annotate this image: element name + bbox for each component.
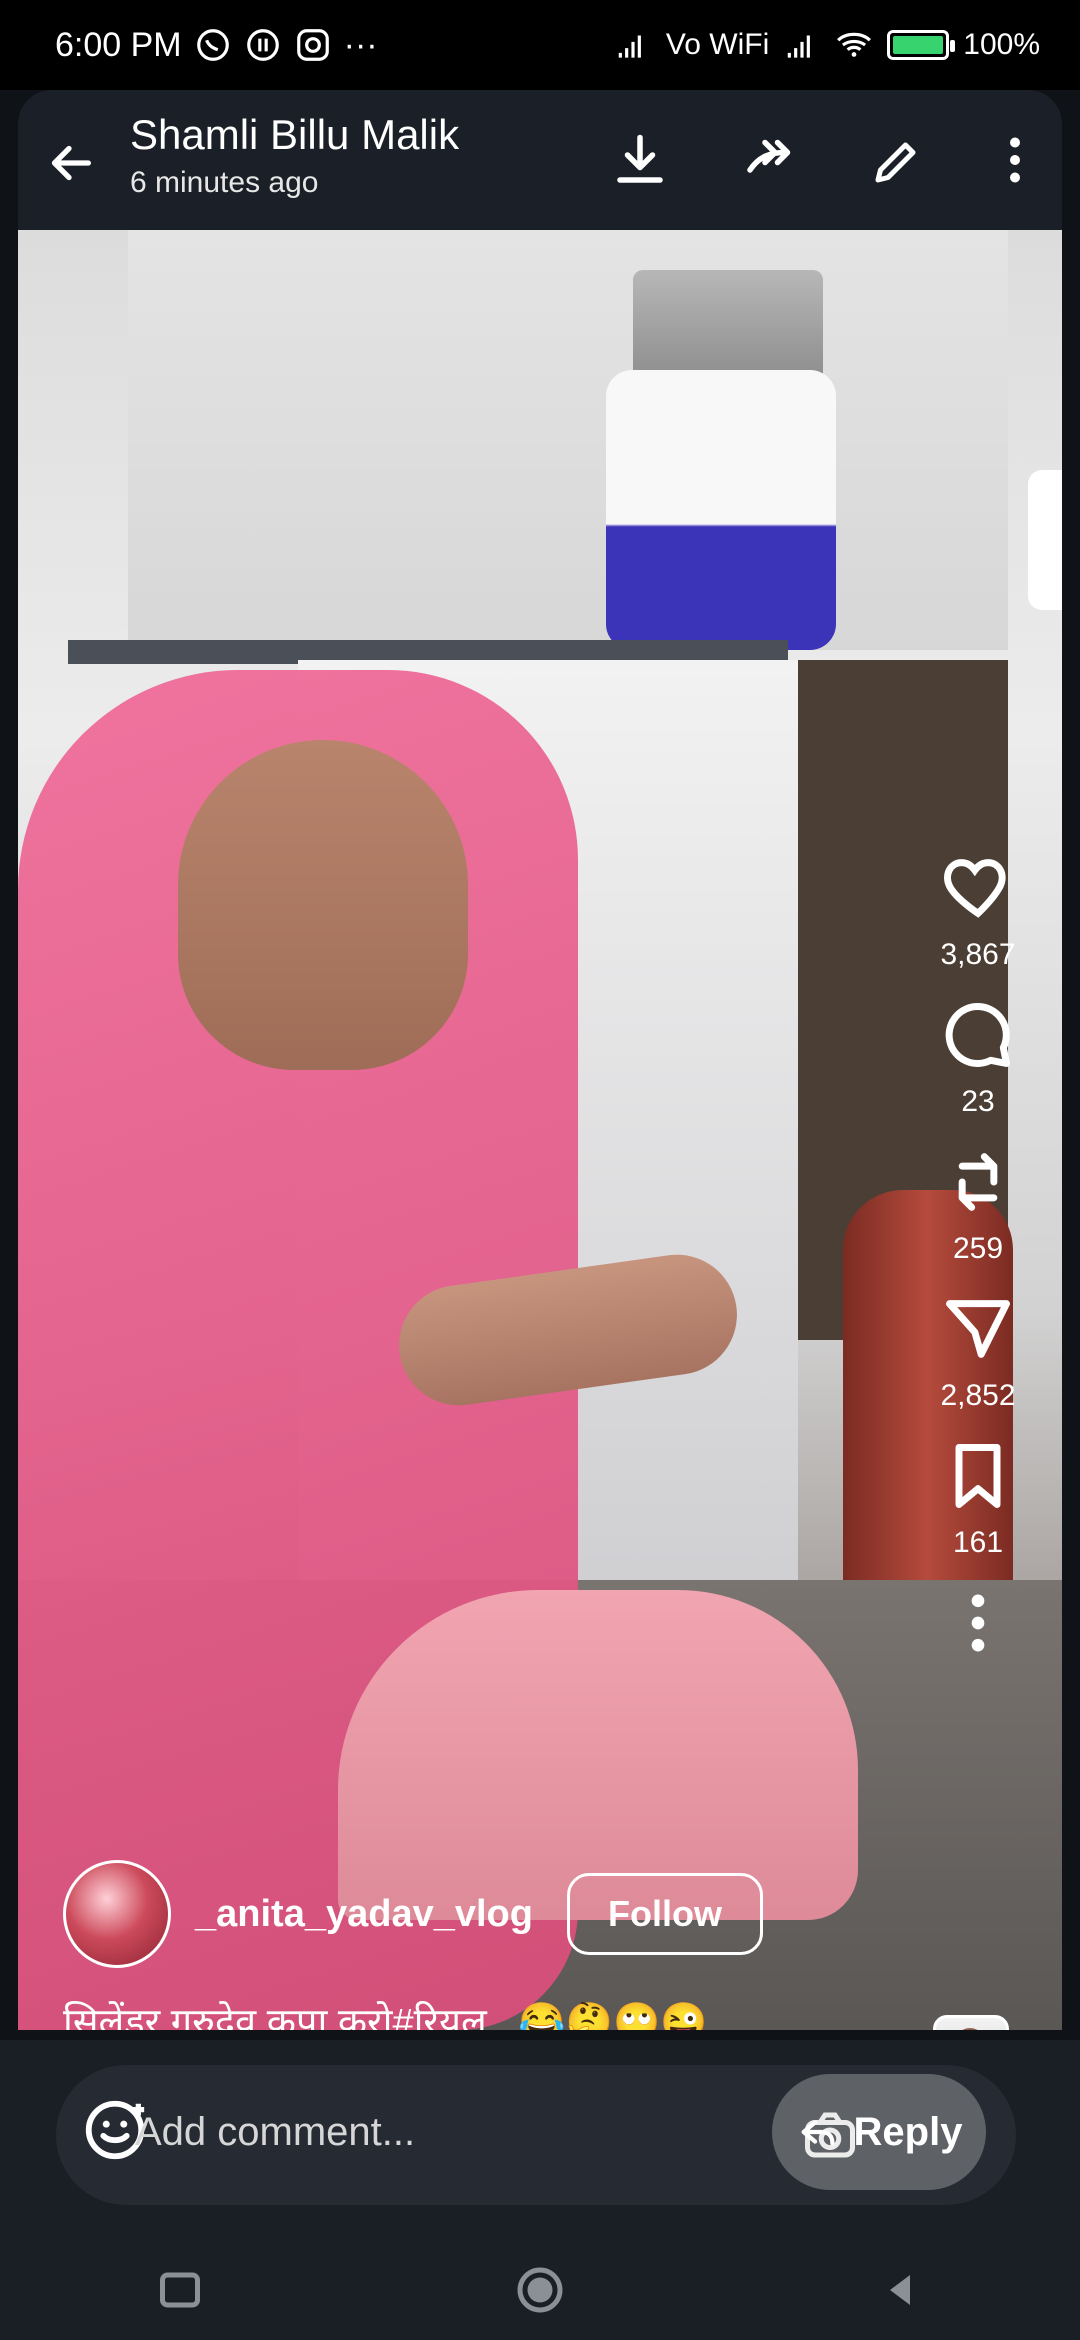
- repost-icon: [958, 1153, 998, 1211]
- viewer-header: Shamli Billu Malik 6 minutes ago: [18, 90, 1062, 230]
- story-viewer: Shamli Billu Malik 6 minutes ago 3,867 2…: [18, 90, 1062, 2030]
- person-face: [178, 740, 468, 1070]
- time-text: 6:00 PM: [55, 25, 182, 64]
- status-right: Vo WiFi 100%: [614, 26, 1040, 64]
- whatsapp-icon: [196, 29, 229, 61]
- more-vertical-icon: [971, 1594, 985, 1652]
- edit-icon[interactable]: [868, 130, 928, 190]
- save-count: 161: [952, 1526, 1004, 1559]
- more-options-icon[interactable]: [1000, 130, 1030, 190]
- reply-button[interactable]: Reply: [772, 2074, 986, 2190]
- wifi-icon: [837, 32, 872, 57]
- back-nav-icon[interactable]: [870, 2260, 930, 2320]
- comment-action[interactable]: 23: [918, 997, 1038, 1119]
- like-action[interactable]: 3,867: [918, 850, 1038, 972]
- title-block: Shamli Billu Malik 6 minutes ago: [130, 104, 459, 200]
- video-content[interactable]: 3,867 23 259 2,852 161 _anita_yadav_vlog…: [18, 230, 1062, 2030]
- chat-title: Shamli Billu Malik: [130, 111, 460, 158]
- home-icon[interactable]: [510, 2260, 570, 2320]
- background-wall: [128, 230, 1008, 650]
- battery-text: 100%: [963, 28, 1040, 61]
- comment-input[interactable]: Add comment...: [135, 2110, 555, 2155]
- author-avatar[interactable]: [63, 1860, 171, 1968]
- repost-count: 259: [952, 1232, 1004, 1265]
- side-panel-handle[interactable]: [1028, 470, 1062, 610]
- share-count: 2,852: [940, 1379, 1016, 1412]
- author-row: _anita_yadav_vlog Follow: [63, 1860, 763, 1968]
- water-container: [606, 370, 836, 650]
- status-left: 6:00 PM ···: [55, 26, 378, 65]
- bookmark-icon: [955, 1444, 1001, 1508]
- comment-icon: [945, 1003, 1010, 1067]
- post-time: 6 minutes ago: [130, 166, 319, 199]
- follow-button[interactable]: Follow: [566, 1873, 763, 1955]
- wifi-calling-label: Vo WiFi: [665, 28, 770, 61]
- forward-icon[interactable]: [740, 130, 800, 190]
- whatsapp-business-icon: [246, 29, 279, 61]
- send-icon: [946, 1300, 1010, 1358]
- comment-count: 23: [961, 1085, 995, 1118]
- recent-apps-icon[interactable]: [150, 2260, 210, 2320]
- reel-caption[interactable]: सिलेंडर गुरुदेव कृपा करो#रियल , 😂🤔🙄😜 ...: [63, 1995, 823, 2030]
- signal-icon: [618, 35, 641, 58]
- audio-avatar: [952, 2028, 988, 2030]
- save-action[interactable]: 161: [918, 1438, 1038, 1560]
- reply-arrow-icon: [801, 2120, 835, 2146]
- download-icon[interactable]: [610, 130, 670, 190]
- signal-icon-2: [788, 35, 811, 58]
- navigation-bar: [0, 2240, 1080, 2340]
- author-username[interactable]: _anita_yadav_vlog: [195, 1893, 533, 1936]
- reel-actions: 3,867 23 259 2,852 161: [918, 850, 1038, 1686]
- back-button[interactable]: [40, 134, 98, 192]
- reply-label: Reply: [853, 2109, 963, 2154]
- more-reel-options[interactable]: [918, 1585, 1038, 1661]
- battery-icon: [887, 30, 956, 60]
- instagram-icon: [296, 29, 329, 61]
- like-count: 3,867: [940, 938, 1016, 971]
- more-notifications-icon: ···: [343, 25, 378, 64]
- audio-thumbnail[interactable]: [933, 2015, 1009, 2030]
- repost-action[interactable]: 259: [918, 1144, 1038, 1266]
- heart-icon: [944, 859, 1006, 918]
- share-action[interactable]: 2,852: [918, 1291, 1038, 1413]
- status-bar: 6:00 PM ··· Vo WiFi 100%: [0, 0, 1080, 90]
